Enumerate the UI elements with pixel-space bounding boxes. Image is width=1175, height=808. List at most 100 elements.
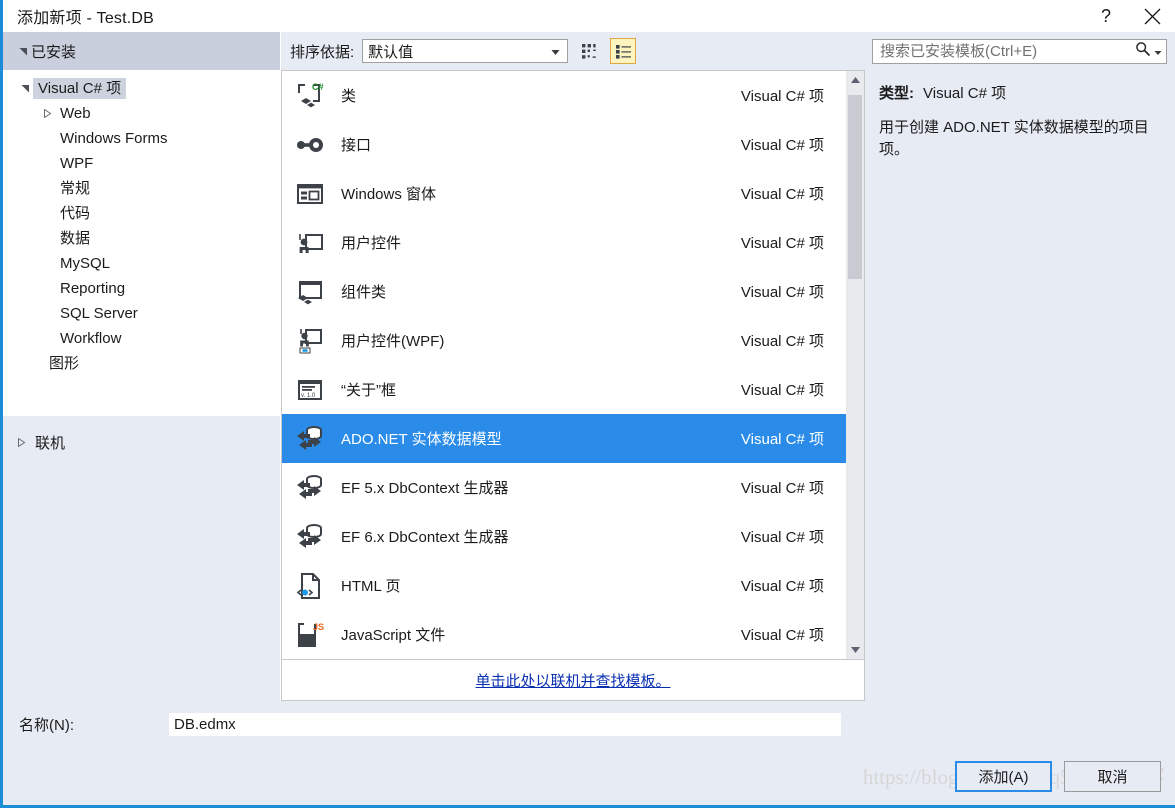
add-button[interactable]: 添加(A): [955, 760, 1052, 792]
template-list-item[interactable]: 用户控件 Visual C# 项: [282, 218, 846, 267]
add-new-item-dialog: 添加新项 - Test.DB ? 已安装 Visual C# 项 Web Windo…: [0, 0, 1175, 808]
interface-icon: [292, 128, 328, 162]
sidebar-tree-item[interactable]: 代码: [3, 201, 280, 226]
sidebar-tree-item-label: 图形: [49, 355, 80, 372]
template-list-item[interactable]: 组件类 Visual C# 项: [282, 267, 846, 316]
sidebar-tree-item[interactable]: Windows Forms: [3, 126, 280, 151]
template-list-item-type: Visual C# 项: [740, 137, 824, 154]
sidebar-tree-item[interactable]: SQL Server: [3, 301, 280, 326]
class-icon: C#: [292, 79, 328, 113]
grid-view-icon[interactable]: [576, 38, 602, 64]
sort-by-select[interactable]: 默认值: [362, 39, 569, 63]
user-control-wpf-icon: [292, 324, 328, 358]
help-icon[interactable]: ?: [1083, 0, 1129, 32]
template-details: 类型: Visual C# 项 用于创建 ADO.NET 实体数据模型的项目项。: [865, 70, 1175, 701]
scrollbar-track[interactable]: [846, 89, 864, 641]
scroll-down-arrow-icon[interactable]: [846, 641, 864, 659]
entity-data-model-icon: [292, 422, 328, 456]
name-label: 名称(N):: [19, 714, 169, 735]
sidebar-tree-item[interactable]: Reporting: [3, 276, 280, 301]
template-list-item[interactable]: 接口 Visual C# 项: [282, 120, 846, 169]
template-list-item-name: 类: [341, 88, 357, 105]
template-list-item-type: Visual C# 项: [740, 186, 824, 203]
sidebar-tree-item-label: 代码: [60, 205, 91, 222]
window-controls: ?: [1083, 0, 1175, 32]
template-list-item-name: JavaScript 文件: [341, 627, 446, 644]
template-list-item[interactable]: Windows 窗体 Visual C# 项: [282, 169, 846, 218]
detail-description: 用于创建 ADO.NET 实体数据模型的项目项。: [879, 119, 1149, 158]
find-online-templates-link[interactable]: 单击此处以联机并查找模板。: [475, 670, 670, 691]
template-list-item[interactable]: C# 类 Visual C# 项: [282, 71, 846, 120]
sidebar-tree-item-label: Reporting: [60, 280, 126, 297]
template-list-item[interactable]: EF 5.x DbContext 生成器 Visual C# 项: [282, 463, 846, 512]
sidebar-tree-item[interactable]: Web: [3, 101, 280, 126]
sort-by-value: 默认值: [368, 43, 414, 61]
sidebar-tree-item[interactable]: 数据: [3, 226, 280, 251]
installed-header[interactable]: 已安装: [3, 32, 280, 70]
sidebar-tree-item-label: Visual C# 项: [33, 78, 127, 99]
sidebar-tree-item[interactable]: Workflow: [3, 326, 280, 351]
title-bar: 添加新项 - Test.DB ?: [3, 0, 1175, 32]
detail-type-row: 类型: Visual C# 项: [879, 82, 1161, 103]
template-list-container: C# 类 Visual C# 项 接口 Visual C# 项 Windows 窗体 Vis…: [281, 70, 865, 660]
svg-text:JS: JS: [313, 622, 324, 632]
template-list-item[interactable]: ADO.NET 实体数据模型 Visual C# 项: [282, 414, 846, 463]
window-title: 添加新项 - Test.DB: [17, 10, 155, 27]
template-list-item[interactable]: 用户控件(WPF) Visual C# 项: [282, 316, 846, 365]
scroll-up-arrow-icon[interactable]: [846, 71, 864, 89]
cancel-button-label: 取消: [1097, 768, 1128, 786]
template-list-item[interactable]: HTML 页 Visual C# 项: [282, 561, 846, 610]
search-input[interactable]: [880, 42, 1131, 60]
name-label-text: 名称(N):: [19, 716, 74, 734]
template-list-item-type: Visual C# 项: [740, 333, 824, 350]
name-input[interactable]: [169, 712, 841, 736]
detail-type-label: 类型:: [879, 85, 914, 102]
template-list-item[interactable]: JS JavaScript 文件 Visual C# 项: [282, 610, 846, 659]
sidebar-tree-item-label: MySQL: [60, 255, 111, 272]
sidebar-tree-item-label: Workflow: [60, 330, 122, 347]
close-icon[interactable]: [1129, 0, 1175, 32]
template-list-item-name: 组件类: [341, 284, 387, 301]
sidebar-tree-item[interactable]: 常规: [3, 176, 280, 201]
scrollbar-thumb[interactable]: [848, 95, 862, 279]
sidebar-filler: [3, 460, 280, 701]
template-list-scrollbar[interactable]: [846, 71, 864, 659]
sidebar-tree-item-label: Web: [60, 105, 91, 122]
search-box[interactable]: [872, 38, 1167, 64]
template-list-item-name: 用户控件(WPF): [341, 333, 445, 350]
dialog-body: 已安装 Visual C# 项 Web Windows Forms WPF 常规代码数据…: [3, 32, 1175, 701]
template-list-item[interactable]: EF 6.x DbContext 生成器 Visual C# 项: [282, 512, 846, 561]
sidebar-item-online[interactable]: 联机: [3, 424, 280, 460]
cancel-button[interactable]: 取消: [1064, 760, 1161, 792]
search-icon[interactable]: [1135, 41, 1151, 61]
sidebar-tree-item[interactable]: WPF: [3, 151, 280, 176]
sidebar-tree-item[interactable]: 图形: [3, 351, 280, 376]
sidebar-tree-item-label: Windows Forms: [60, 130, 168, 147]
template-list-item-type: Visual C# 项: [740, 578, 824, 595]
list-view-icon[interactable]: [610, 38, 637, 64]
template-list-item-name: EF 6.x DbContext 生成器: [341, 529, 509, 546]
entity-data-model-icon: [292, 471, 328, 505]
chevron-down-icon[interactable]: [1154, 43, 1162, 60]
sidebar-tree-item[interactable]: Visual C# 项: [3, 76, 280, 101]
template-list-item-type: Visual C# 项: [740, 382, 824, 399]
chevron-collapsed-icon: [39, 109, 55, 118]
sidebar-tree-item[interactable]: MySQL: [3, 251, 280, 276]
template-list-item-name: Windows 窗体: [341, 186, 437, 203]
sidebar-tree-item-label: 常规: [60, 180, 91, 197]
templates-toolbar: 排序依据: 默认值: [281, 32, 865, 70]
template-list-item-name: HTML 页: [341, 578, 401, 595]
template-list-item-type: Visual C# 项: [740, 480, 824, 497]
template-list[interactable]: C# 类 Visual C# 项 接口 Visual C# 项 Windows 窗体 Vis…: [282, 71, 846, 659]
template-list-item-type: Visual C# 项: [740, 284, 824, 301]
template-list-item-name: 接口: [341, 137, 372, 154]
template-list-item-type: Visual C# 项: [740, 529, 824, 546]
svg-text:v. 1.0: v. 1.0: [301, 393, 316, 399]
online-templates-linkbar: 单击此处以联机并查找模板。: [281, 660, 865, 701]
template-list-item[interactable]: v. 1.0 “关于”框 Visual C# 项: [282, 365, 846, 414]
templates-panel: 排序依据: 默认值 C# 类 Visual C# 项 接口 Visual C# …: [281, 32, 865, 701]
template-list-item-type: Visual C# 项: [740, 431, 824, 448]
user-control-icon: [292, 226, 328, 260]
windows-form-icon: [292, 177, 328, 211]
search-icons: [1131, 41, 1162, 61]
